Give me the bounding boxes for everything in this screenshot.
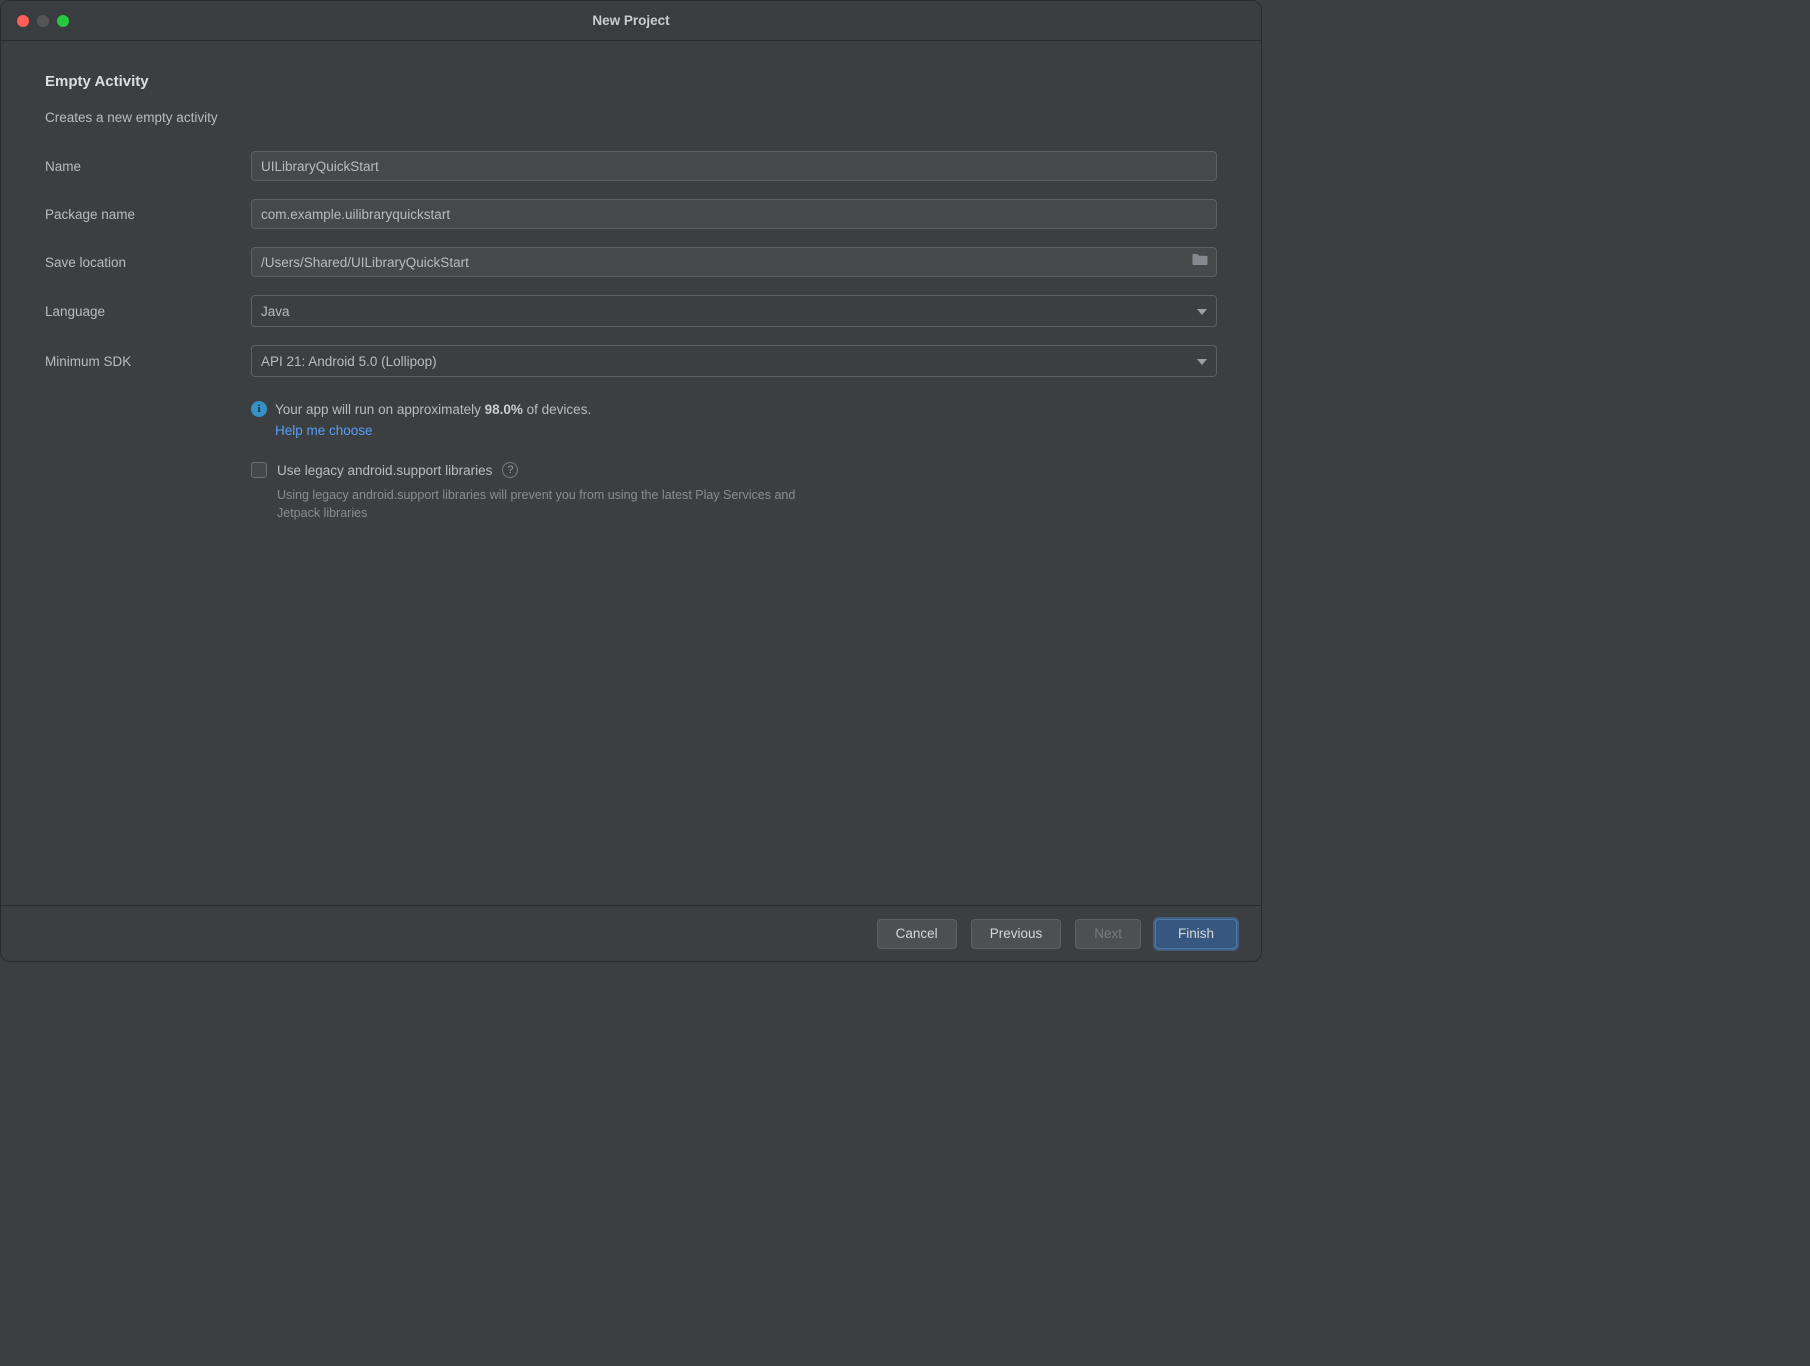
new-project-dialog: New Project Empty Activity Creates a new… bbox=[0, 0, 1262, 962]
page-subtitle: Creates a new empty activity bbox=[45, 110, 1217, 125]
titlebar: New Project bbox=[1, 1, 1261, 41]
name-label: Name bbox=[45, 159, 251, 174]
minimum-sdk-select[interactable]: API 21: Android 5.0 (Lollipop) bbox=[251, 345, 1217, 377]
device-coverage-info: i Your app will run on approximately 98.… bbox=[251, 401, 1217, 417]
legacy-libraries-checkbox[interactable] bbox=[251, 462, 267, 478]
window-controls bbox=[17, 15, 69, 27]
cancel-button[interactable]: Cancel bbox=[877, 919, 957, 949]
info-text-suffix: of devices. bbox=[523, 402, 591, 417]
save-location-label: Save location bbox=[45, 255, 251, 270]
info-text-prefix: Your app will run on approximately bbox=[275, 402, 485, 417]
minimize-window-button[interactable] bbox=[37, 15, 49, 27]
info-percent: 98.0% bbox=[485, 402, 523, 417]
zoom-window-button[interactable] bbox=[57, 15, 69, 27]
package-name-input[interactable] bbox=[251, 199, 1217, 229]
minimum-sdk-select-value: API 21: Android 5.0 (Lollipop) bbox=[261, 354, 437, 369]
dialog-footer: Cancel Previous Next Finish bbox=[1, 905, 1261, 961]
minimum-sdk-label: Minimum SDK bbox=[45, 354, 251, 369]
save-location-input[interactable] bbox=[251, 247, 1217, 277]
language-select-value: Java bbox=[261, 304, 290, 319]
browse-folder-button[interactable] bbox=[1191, 254, 1209, 270]
next-button: Next bbox=[1075, 919, 1141, 949]
info-icon: i bbox=[251, 401, 267, 417]
legacy-libraries-label: Use legacy android.support libraries bbox=[277, 463, 492, 478]
language-label: Language bbox=[45, 304, 251, 319]
previous-button[interactable]: Previous bbox=[971, 919, 1062, 949]
finish-button[interactable]: Finish bbox=[1155, 919, 1237, 949]
close-window-button[interactable] bbox=[17, 15, 29, 27]
folder-icon bbox=[1192, 253, 1208, 271]
legacy-libraries-helper: Using legacy android.support libraries w… bbox=[277, 486, 797, 522]
help-icon[interactable]: ? bbox=[502, 462, 518, 478]
page-title: Empty Activity bbox=[45, 73, 1217, 90]
name-input[interactable] bbox=[251, 151, 1217, 181]
window-title: New Project bbox=[1, 13, 1261, 28]
dialog-content: Empty Activity Creates a new empty activ… bbox=[1, 41, 1261, 905]
language-select[interactable]: Java bbox=[251, 295, 1217, 327]
help-me-choose-link[interactable]: Help me choose bbox=[275, 423, 1217, 438]
package-name-label: Package name bbox=[45, 207, 251, 222]
